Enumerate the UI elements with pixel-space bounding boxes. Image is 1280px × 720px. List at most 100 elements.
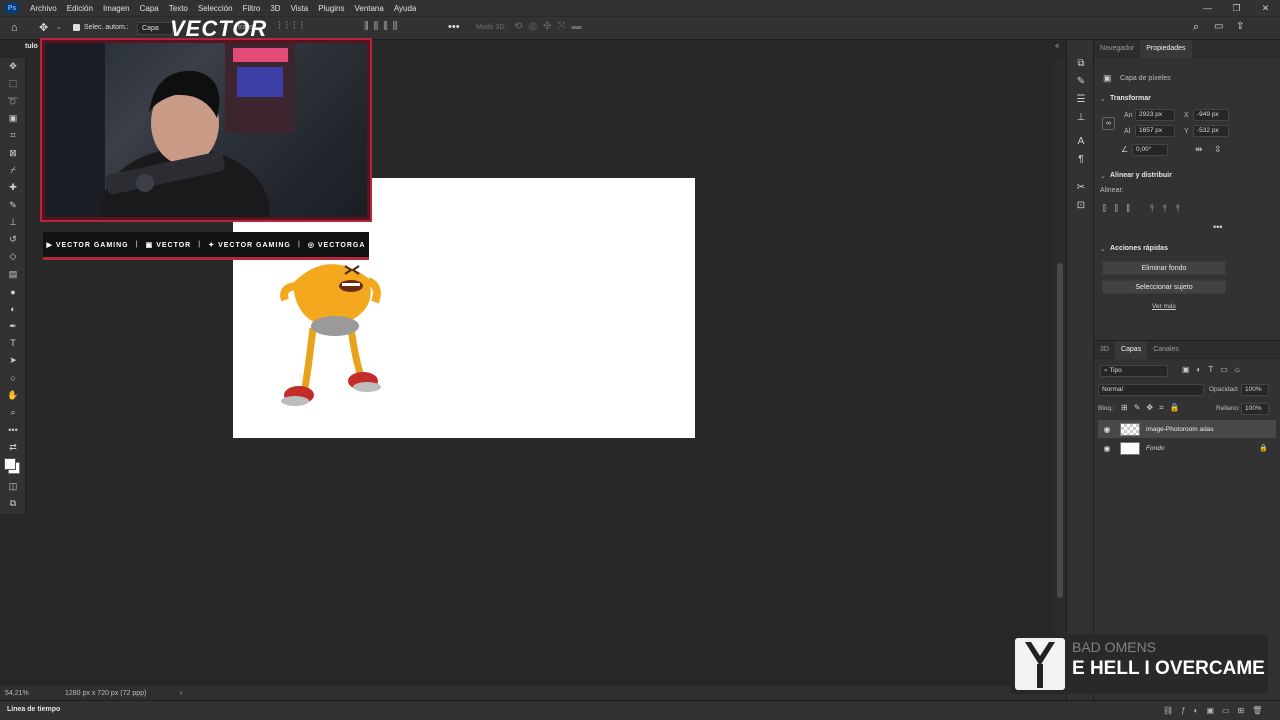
more-tools-icon[interactable]: ••• [0, 421, 26, 438]
fill-field[interactable]: 100% [1241, 403, 1269, 415]
menu-archivo[interactable]: Archivo [25, 4, 62, 13]
eyedropper-tool-icon[interactable]: ⌿ [0, 162, 26, 179]
close-button[interactable]: ✕ [1251, 0, 1280, 16]
more-options-icon[interactable]: ••• [448, 21, 460, 33]
chevron-down-icon[interactable]: ⌄ [1100, 95, 1106, 103]
adjustments-icon[interactable]: ☰ [1067, 90, 1095, 108]
history-icon[interactable]: ⧉ [1067, 54, 1095, 72]
document-tab[interactable]: tulo [25, 43, 38, 50]
visibility-eye-icon[interactable]: ◉ [1102, 425, 1112, 434]
move-tool-icon[interactable]: ✥ [39, 21, 48, 34]
align-buttons-icons[interactable]: ⫿⫿⫿ ⫯⫯⫯ [1103, 203, 1189, 214]
hand-tool-icon[interactable]: ✋ [0, 387, 26, 404]
collapse-panels-icon[interactable]: « [1055, 41, 1059, 50]
width-field[interactable]: 2923 px [1135, 109, 1175, 121]
lock-icons[interactable]: ⊞✎✥⌗🔒 [1121, 403, 1186, 413]
distribute-icons[interactable]: ⫼⫼⫼⫼ [364, 21, 402, 32]
layer-name[interactable]: Fondo [1146, 445, 1164, 452]
3d-icon[interactable]: ⊡ [1067, 196, 1095, 214]
visibility-eye-icon[interactable]: ◉ [1102, 444, 1112, 453]
stamp-tool-icon[interactable]: ⊥ [0, 214, 26, 231]
tab-3d[interactable]: 3D [1094, 341, 1115, 359]
screen-mode-icon[interactable]: ⧉ [0, 495, 26, 512]
brush-settings-icon[interactable]: ✎ [1067, 72, 1095, 90]
zoom-tool-icon[interactable]: ⌕ [0, 404, 26, 421]
tools-preset-icon[interactable]: ✂ [1067, 178, 1095, 196]
height-field[interactable]: 1657 px [1135, 125, 1175, 137]
menu-ayuda[interactable]: Ayuda [389, 4, 422, 13]
tab-navegador[interactable]: Navegador [1094, 40, 1140, 58]
menu-seleccion[interactable]: Selección [193, 4, 238, 13]
blur-tool-icon[interactable]: ● [0, 283, 26, 300]
marquee-tool-icon[interactable]: ⬚ [0, 75, 26, 92]
tab-canales[interactable]: Canales [1147, 341, 1185, 359]
layer-name[interactable]: image-Photoroom adas [1146, 426, 1214, 433]
angle-field[interactable]: 0,00° [1132, 144, 1168, 156]
menu-texto[interactable]: Texto [164, 4, 193, 13]
layer-filter-dropdown[interactable]: ⌕ Tipo [1100, 365, 1168, 377]
lock-icon[interactable]: 🔒 [1259, 444, 1268, 452]
dodge-tool-icon[interactable]: ◐ [0, 300, 26, 317]
history-brush-icon[interactable]: ↺ [0, 231, 26, 248]
layer-select-dropdown[interactable]: Capa [137, 22, 173, 35]
workspace-icon[interactable]: ▭ [1214, 21, 1223, 32]
home-icon[interactable]: ⌂ [11, 22, 18, 34]
blend-mode-dropdown[interactable]: Normal [1098, 384, 1204, 396]
align-icons[interactable]: ⫶⫶⫶⫶ [278, 21, 308, 32]
color-swatches[interactable] [0, 456, 26, 478]
menu-plugins[interactable]: Plugins [313, 4, 349, 13]
healing-brush-icon[interactable]: ✚ [0, 179, 26, 196]
paragraph-icon[interactable]: ¶ [1067, 150, 1095, 168]
menu-3d[interactable]: 3D [265, 4, 285, 13]
flip-horizontal-icon[interactable]: ⇹ [1195, 144, 1203, 155]
layer-filter-icons[interactable]: ▣◐T▭⌂ [1182, 365, 1247, 374]
search-icon[interactable]: ⌕ [1193, 21, 1199, 34]
tab-capas[interactable]: Capas [1114, 340, 1148, 359]
brush-tool-icon[interactable]: ✎ [0, 196, 26, 213]
eraser-tool-icon[interactable]: ◇ [0, 248, 26, 265]
more-options-icon[interactable]: ••• [1213, 222, 1222, 232]
select-subject-button[interactable]: Seleccionar sujeto [1102, 280, 1226, 294]
menu-vista[interactable]: Vista [286, 4, 314, 13]
link-icon[interactable]: ∞ [1102, 117, 1115, 130]
menu-capa[interactable]: Capa [135, 4, 164, 13]
vertical-scrollbar[interactable] [1054, 58, 1066, 686]
photoshop-logo[interactable]: Ps [5, 2, 19, 14]
align-section-title[interactable]: Alinear y distribuir [1110, 172, 1172, 179]
layer-row[interactable]: ◉ Fondo 🔒 [1098, 439, 1276, 457]
opacity-field[interactable]: 100% [1241, 384, 1269, 396]
3d-mode-icons[interactable]: ⟲◎✣⤧▬ [514, 21, 587, 32]
foreground-color-swatch[interactable] [4, 457, 16, 470]
path-select-icon[interactable]: ➤ [0, 352, 26, 369]
move-tool-icon[interactable]: ✥ [0, 58, 26, 75]
layer-actions-icons[interactable]: ⛓ƒ◐▣▭⊞🗑 [1163, 706, 1270, 715]
auto-select-checkbox[interactable] [73, 24, 80, 31]
frame-tool-icon[interactable]: ⊠ [0, 144, 26, 161]
maximize-button[interactable]: ❐ [1222, 0, 1251, 16]
object-select-tool-icon[interactable]: ▣ [0, 110, 26, 127]
x-field[interactable]: -949 px [1193, 109, 1229, 121]
tab-propiedades[interactable]: Propiedades [1140, 39, 1192, 58]
menu-edicion[interactable]: Edición [62, 4, 98, 13]
y-field[interactable]: -532 px [1193, 125, 1229, 137]
zoom-level[interactable]: 54,21% [5, 690, 65, 697]
menu-imagen[interactable]: Imagen [98, 4, 135, 13]
quick-mask-icon[interactable]: ◫ [0, 478, 26, 495]
libraries-icon[interactable]: ⊥ [1067, 108, 1095, 126]
type-tool-icon[interactable]: T [0, 335, 26, 352]
pen-tool-icon[interactable]: ✒ [0, 317, 26, 334]
shape-tool-icon[interactable]: ○ [0, 369, 26, 386]
gradient-tool-icon[interactable]: ▤ [0, 266, 26, 283]
timeline-label[interactable]: Línea de tiempo [7, 706, 60, 713]
chevron-down-icon[interactable]: ⌄ [1100, 172, 1106, 180]
quick-actions-title[interactable]: Acciones rápidas [1110, 245, 1168, 252]
chevron-down-icon[interactable]: ⌄ [1100, 245, 1106, 253]
menu-filtro[interactable]: Filtro [238, 4, 266, 13]
transform-section-title[interactable]: Transformar [1110, 95, 1151, 102]
lasso-tool-icon[interactable]: ➰ [0, 93, 26, 110]
layer-row[interactable]: ◉ image-Photoroom adas [1098, 420, 1276, 438]
menu-ventana[interactable]: Ventana [349, 4, 388, 13]
remove-background-button[interactable]: Eliminar fondo [1102, 261, 1226, 275]
share-icon[interactable]: ⇪ [1236, 21, 1244, 32]
see-more-link[interactable]: Ver más [1152, 303, 1176, 310]
